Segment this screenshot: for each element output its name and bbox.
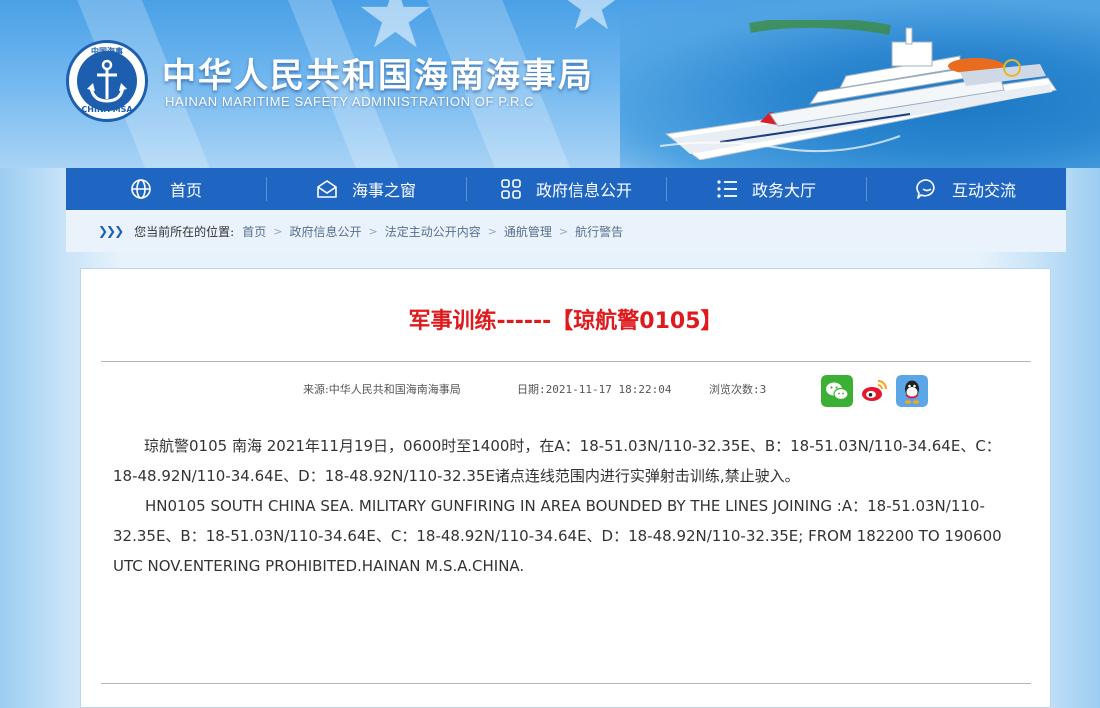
nav-item-label: 政府信息公开 [535,181,632,200]
site-subtitle: HAINAN MARITIME SAFETY ADMINISTRATION OF… [165,94,535,109]
nav-item-label: 互动交流 [951,181,1016,200]
nav-item-service-hall[interactable]: 政务大厅 [666,168,866,210]
chevron-right-icon: > [558,224,569,238]
article-body-english: HN0105 SOUTH CHINA SEA. MILITARY GUNFIRI… [113,497,1002,575]
logo-text-bottom: CHINA MSA [81,105,133,114]
breadcrumb: ❯❯❯ 您当前所在的位置: 首页 > 政府信息公开 > 法定主动公开内容 > 通… [66,210,1066,252]
article-body: 琼航警0105 南海 2021年11月19日，0600时至1400时，在A：18… [113,431,1025,581]
nav-item-home[interactable]: 首页 [66,168,266,210]
weibo-share-icon[interactable] [858,375,890,407]
chevron-right-icon: > [273,224,283,238]
patrol-ship-illustration [660,20,1057,160]
chevron-right-icon: > [487,224,497,238]
breadcrumb-navigation-management[interactable]: 通航管理 [504,223,552,240]
breadcrumb-gov-info[interactable]: 政府信息公开 [289,223,361,240]
breadcrumb-navigation-warning[interactable]: 航行警告 [575,223,623,240]
site-title: 中华人民共和国海南海事局 [162,56,594,96]
title-divider [101,361,1031,362]
breadcrumb-prefix: 您当前所在的位置: [134,224,235,239]
grid-icon [501,179,521,199]
nav-item-label: 海事之窗 [351,181,416,200]
article-body-chinese: 琼航警0105 南海 2021年11月19日，0600时至1400时，在A：18… [113,437,1001,485]
wechat-share-icon[interactable] [821,375,853,407]
banner-star-icon: ★ [560,0,623,46]
footer-divider [101,683,1031,684]
msa-logo[interactable]: 中国海事 CHINA MSA [66,40,148,122]
anchor-icon [87,59,127,103]
main-nav: 首页 海事之窗 政府信息公开 政务大厅 互动交流 [66,168,1066,210]
double-chevron-icon: ❯❯❯ [98,224,124,238]
list-icon [717,180,737,198]
article-date: 日期:2021-11-17 18:22:04 [517,383,672,396]
nav-item-interaction[interactable]: 互动交流 [866,168,1066,210]
nav-item-msa-window[interactable]: 海事之窗 [266,168,466,210]
anchor-emblem [77,51,137,111]
envelope-icon [317,180,337,198]
nav-item-label: 政务大厅 [751,181,816,200]
chevron-right-icon: > [368,224,378,238]
breadcrumb-home[interactable]: 首页 [242,223,266,240]
article-panel: 军事训练------【琼航警0105】 来源:中华人民共和国海南海事局 日期:2… [80,268,1051,708]
breadcrumb-statutory-disclosure[interactable]: 法定主动公开内容 [385,223,481,240]
article-views: 浏览次数:3 [709,383,767,396]
globe-icon [131,179,151,199]
chat-icon [916,179,935,199]
article-title: 军事训练------【琼航警0105】 [408,309,723,334]
qq-share-icon[interactable] [896,375,928,407]
nav-item-label: 首页 [169,181,202,200]
nav-item-gov-info[interactable]: 政府信息公开 [466,168,666,210]
header-banner: ★ ★ 中国海事 CHINA MSA 中华人 [0,0,1100,168]
article-source: 来源:中华人民共和国海南海事局 [303,383,461,396]
